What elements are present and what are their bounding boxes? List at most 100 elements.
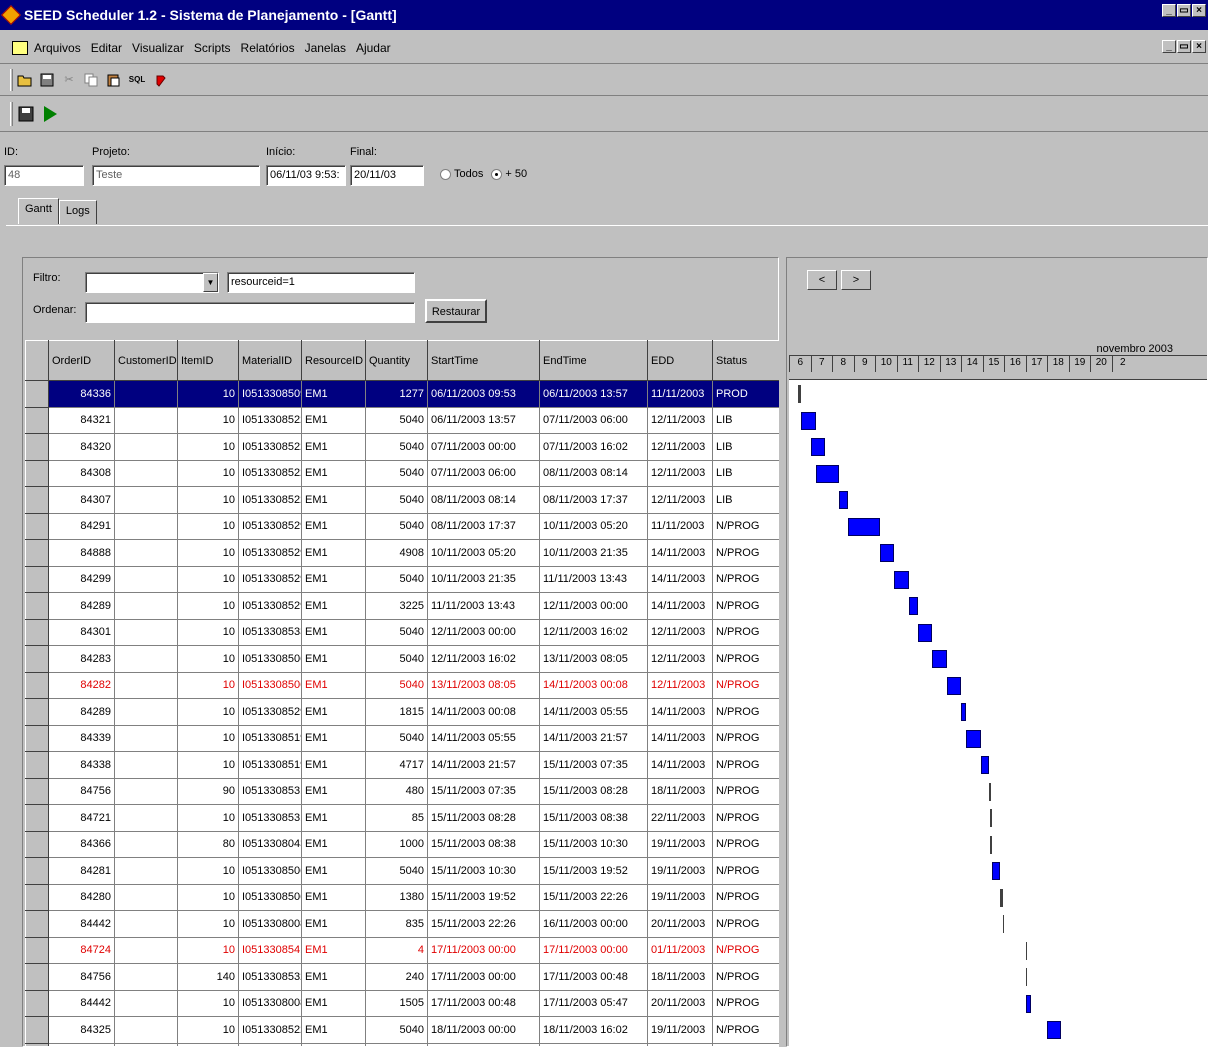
cell-item[interactable]: 10: [177, 512, 239, 540]
cell-start[interactable]: 15/11/2003 22:26: [427, 910, 540, 938]
cell-start[interactable]: 14/11/2003 00:08: [427, 698, 540, 726]
cell-qty[interactable]: 5040: [365, 565, 428, 593]
row-selector[interactable]: [25, 512, 49, 540]
cell-start[interactable]: 06/11/2003 13:57: [427, 406, 540, 434]
cell-order[interactable]: 84756: [48, 963, 115, 991]
cell-resource[interactable]: EM1: [301, 857, 366, 885]
gantt-bar[interactable]: [908, 597, 918, 615]
cell-resource[interactable]: EM1: [301, 698, 366, 726]
column-header-resourceid[interactable]: ResourceID: [301, 340, 366, 381]
table-row[interactable]: 84724 10 I0513308541 EM1 4 17/11/2003 00:00 17…: [25, 936, 779, 964]
cell-status[interactable]: N/PROG: [712, 883, 779, 911]
row-selector[interactable]: [25, 1016, 49, 1044]
cell-material[interactable]: I0513308008: [238, 910, 302, 938]
menu-relatorios[interactable]: Relatórios: [241, 41, 295, 55]
cell-edd[interactable]: 12/11/2003: [647, 459, 713, 487]
table-row[interactable]: 84291 10 I0513308529 EM1 5040 08/11/2003 17:3…: [25, 512, 779, 540]
cell-start[interactable]: 15/11/2003 07:35: [427, 777, 540, 805]
gantt-bar[interactable]: [990, 835, 992, 854]
gantt-bar[interactable]: [966, 729, 981, 748]
cell-resource[interactable]: EM1: [301, 1016, 366, 1044]
gantt-bar[interactable]: [1026, 994, 1031, 1013]
gantt-bar[interactable]: [1025, 968, 1027, 986]
cell-resource[interactable]: EM1: [301, 618, 366, 646]
open-icon[interactable]: [15, 70, 35, 90]
new-row-cell[interactable]: [48, 1042, 115, 1046]
copy-icon[interactable]: [81, 70, 101, 90]
cell-customer[interactable]: [114, 486, 178, 514]
cell-status[interactable]: PROD: [712, 380, 779, 408]
cell-material[interactable]: I0513308522: [238, 433, 302, 461]
cell-qty[interactable]: 1380: [365, 883, 428, 911]
table-row[interactable]: 84756 140 I0513308532 EM1 240 17/11/2003 00:0…: [25, 963, 779, 991]
cell-status[interactable]: N/PROG: [712, 777, 779, 805]
cell-order[interactable]: 84325: [48, 1016, 115, 1044]
table-row[interactable]: 84721 10 I0513308531 EM1 85 15/11/2003 08:28 1…: [25, 804, 779, 832]
cell-item[interactable]: 10: [177, 698, 239, 726]
row-selector[interactable]: [25, 592, 49, 620]
cell-customer[interactable]: [114, 830, 178, 858]
cell-resource[interactable]: EM1: [301, 565, 366, 593]
row-selector[interactable]: [25, 963, 49, 991]
cell-status[interactable]: N/PROG: [712, 539, 779, 567]
child-close-icon[interactable]: ×: [1192, 40, 1206, 53]
cell-edd[interactable]: 14/11/2003: [647, 724, 713, 752]
cell-customer[interactable]: [114, 1016, 178, 1044]
cell-customer[interactable]: [114, 724, 178, 752]
tab-gantt[interactable]: Gantt: [18, 198, 59, 224]
restaurar-button[interactable]: Restaurar: [425, 299, 487, 323]
cell-customer[interactable]: [114, 459, 178, 487]
column-header-edd[interactable]: EDD: [647, 340, 713, 381]
cell-edd[interactable]: 12/11/2003: [647, 433, 713, 461]
new-row-cell[interactable]: [301, 1042, 366, 1046]
gantt-bar[interactable]: [946, 676, 962, 695]
cell-material[interactable]: I0513308529: [238, 698, 302, 726]
cell-order[interactable]: 84442: [48, 989, 115, 1017]
column-header-quantity[interactable]: Quantity: [365, 340, 428, 381]
cell-status[interactable]: N/PROG: [712, 724, 779, 752]
menu-visualizar[interactable]: Visualizar: [132, 41, 184, 55]
cell-item[interactable]: 10: [177, 936, 239, 964]
cell-edd[interactable]: 01/11/2003: [647, 936, 713, 964]
cell-end[interactable]: 13/11/2003 08:05: [539, 645, 648, 673]
row-selector[interactable]: [25, 910, 49, 938]
cell-edd[interactable]: 14/11/2003: [647, 751, 713, 779]
row-selector[interactable]: [25, 804, 49, 832]
cell-item[interactable]: 10: [177, 565, 239, 593]
new-row-cell[interactable]: [427, 1042, 540, 1046]
table-row[interactable]: 84282 10 I0513308506 EM1 5040 13/11/2003 08:0…: [25, 671, 779, 699]
cell-item[interactable]: 10: [177, 751, 239, 779]
cell-qty[interactable]: 835: [365, 910, 428, 938]
cell-qty[interactable]: 1277: [365, 380, 428, 408]
cell-edd[interactable]: 12/11/2003: [647, 406, 713, 434]
cell-customer[interactable]: [114, 433, 178, 461]
table-row[interactable]: 84366 80 I0513308043 EM1 1000 15/11/2003 08:3…: [25, 830, 779, 858]
filtro-combo[interactable]: ▼: [85, 272, 219, 293]
tab-logs[interactable]: Logs: [58, 200, 97, 224]
menu-ajudar[interactable]: Ajudar: [356, 41, 391, 55]
cell-edd[interactable]: 19/11/2003: [647, 1016, 713, 1044]
table-row[interactable]: 84339 10 I0513308519 EM1 5040 14/11/2003 05:5…: [25, 724, 779, 752]
chevron-down-icon[interactable]: ▼: [203, 273, 218, 292]
cell-resource[interactable]: EM1: [301, 433, 366, 461]
cell-customer[interactable]: [114, 592, 178, 620]
cell-item[interactable]: 80: [177, 830, 239, 858]
cell-resource[interactable]: EM1: [301, 380, 366, 408]
column-header-status[interactable]: Status: [712, 340, 779, 381]
cell-material[interactable]: I0513308522: [238, 459, 302, 487]
row-selector[interactable]: [25, 380, 49, 408]
projeto-field[interactable]: Teste: [92, 165, 260, 186]
cell-customer[interactable]: [114, 857, 178, 885]
cell-qty[interactable]: 3225: [365, 592, 428, 620]
gantt-bar[interactable]: [1000, 888, 1003, 907]
cell-start[interactable]: 14/11/2003 21:57: [427, 751, 540, 779]
cell-edd[interactable]: 19/11/2003: [647, 857, 713, 885]
cell-start[interactable]: 07/11/2003 06:00: [427, 459, 540, 487]
cell-material[interactable]: I0513308506: [238, 645, 302, 673]
cell-end[interactable]: 14/11/2003 00:08: [539, 671, 648, 699]
cell-qty[interactable]: 1000: [365, 830, 428, 858]
cell-edd[interactable]: 12/11/2003: [647, 486, 713, 514]
row-selector[interactable]: [25, 565, 49, 593]
cell-start[interactable]: 10/11/2003 21:35: [427, 565, 540, 593]
cell-item[interactable]: 10: [177, 459, 239, 487]
